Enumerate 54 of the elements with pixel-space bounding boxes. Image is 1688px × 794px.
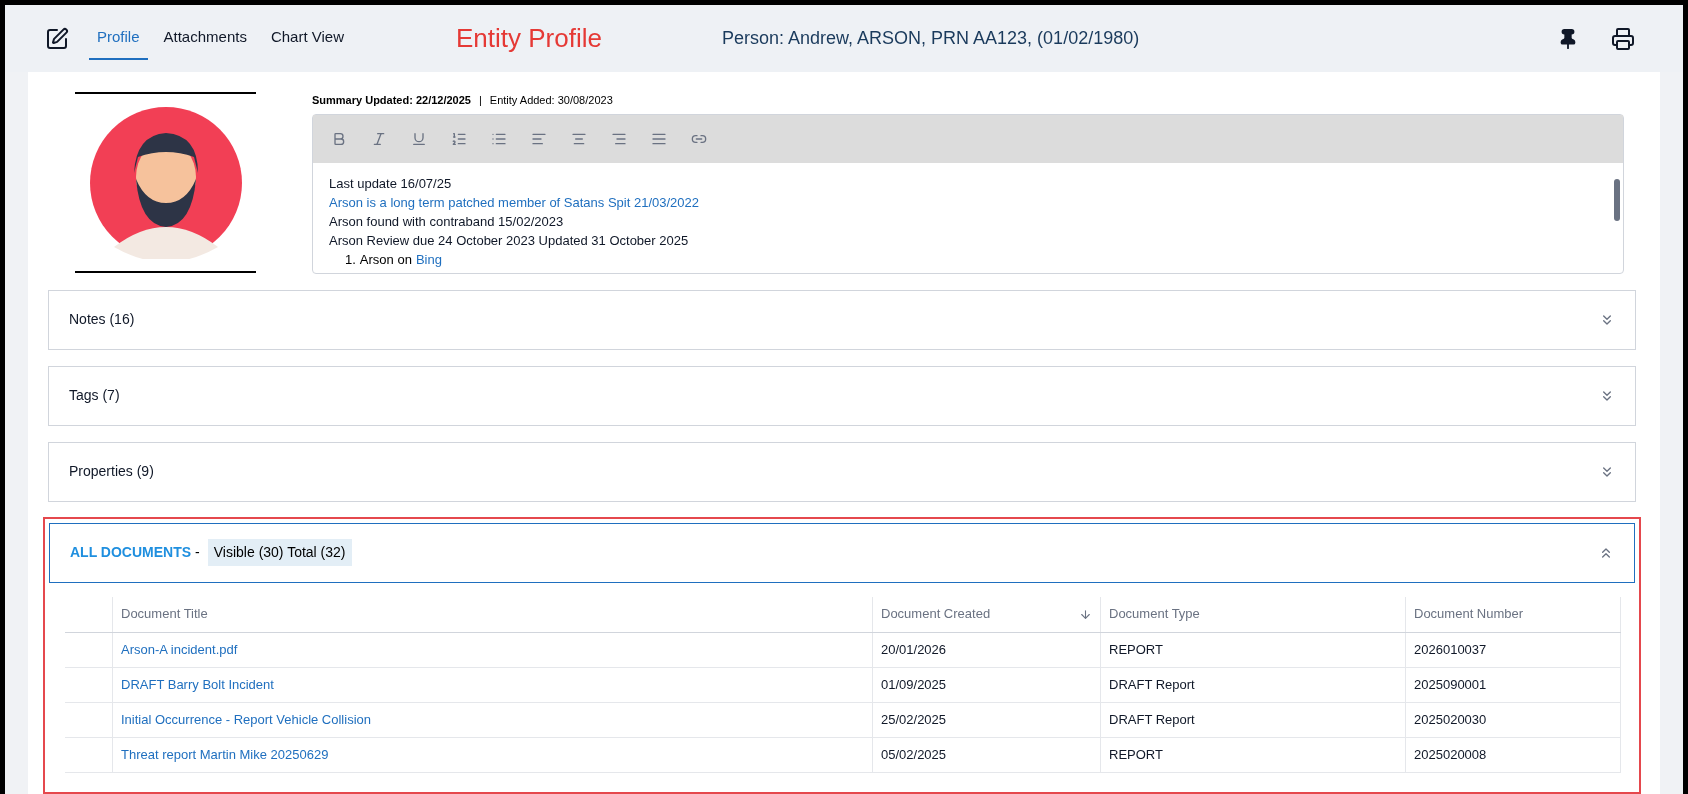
section-title: Properties (9) [69, 462, 154, 481]
document-link[interactable]: Threat report Martin Mike 20250629 [121, 744, 329, 765]
column-header[interactable]: Document Title [113, 596, 873, 632]
tab[interactable]: Profile [89, 17, 148, 60]
avatar-icon [89, 106, 242, 259]
table-cell-text: 2025090001 [1414, 675, 1487, 694]
summary-line: Last update 16/07/25 [329, 174, 453, 193]
table-cell-text: 2026010037 [1414, 640, 1487, 659]
table-cell-text: REPORT [1109, 640, 1163, 659]
dash: - [195, 543, 200, 562]
section-title: Notes (16) [69, 310, 135, 329]
separator: | [478, 93, 482, 108]
section-title: Tags (7) [69, 386, 120, 405]
sort-arrow-icon[interactable] [1079, 607, 1092, 621]
tab[interactable]: Chart View [262, 17, 352, 60]
count-badge: Visible (30) Total (32) [207, 539, 352, 566]
accordion-header[interactable]: ALL DOCUMENTS - Visible (30) Total (32) [49, 522, 1635, 583]
summary-line: Arson Review due 24 October 2023 Updated 31 October 2025 [329, 231, 690, 250]
document-link[interactable]: Initial Occurrence - Report Vehicle Collision [121, 709, 371, 730]
accordion-header[interactable]: Tags (7) [48, 365, 1636, 426]
section-title: ALL DOCUMENTS [70, 543, 192, 562]
table-cell-text: 01/09/2025 [881, 675, 947, 694]
column-header[interactable]: Document Number [1406, 596, 1621, 632]
print-icon[interactable] [1611, 26, 1635, 51]
column-header[interactable]: Document Type [1101, 596, 1406, 632]
list-number: 1. [345, 250, 356, 269]
table-cell-text: 05/02/2025 [881, 745, 947, 764]
table-cell-text: 25/02/2025 [881, 710, 947, 729]
numbered-list-icon [451, 130, 467, 147]
table-cell-text: 2025020008 [1414, 745, 1487, 764]
document-link[interactable]: Arson-A incident.pdf [121, 639, 238, 660]
column-header[interactable]: Document Created [873, 596, 1101, 632]
table-cell-text: 20/01/2026 [881, 640, 947, 659]
table-cell-text: DRAFT Report [1109, 710, 1195, 729]
italic-icon [371, 130, 387, 147]
table-cell-text: REPORT [1109, 745, 1163, 764]
annotation-title: Entity Profile [456, 22, 602, 55]
tab[interactable]: Attachments [155, 17, 255, 60]
accordion-header[interactable]: Properties (9) [48, 441, 1636, 502]
table-cell-text: DRAFT Report [1109, 675, 1195, 694]
list-text: Arson on [359, 250, 412, 269]
summary-line: Arson found with contraband 15/02/2023 [329, 212, 565, 231]
table-cell-text: 2025020030 [1414, 710, 1487, 729]
summary-link[interactable]: Bing [415, 249, 442, 269]
underline-icon [411, 130, 427, 147]
edit-icon[interactable] [45, 26, 69, 51]
rich-text-editor[interactable]: Last update 16/07/25 Arson is a long term patched member of Satans Spit 21/03/2022 Arson found with contraband 15/02/2023 Arson Review due 24 October 2023 Updated 31 October 2025 1. Arson on Bing [312, 113, 1624, 274]
person-heading: Person: Andrew, ARSON, PRN AA123, (01/02/1980) [721, 27, 1140, 50]
summary-link[interactable]: Arson is a long term patched member of Satans Spit 21/03/2022 [329, 192, 699, 212]
entity-added: Entity Added: 30/08/2023 [489, 93, 613, 108]
bold-icon [331, 130, 347, 147]
accordion-header[interactable]: Notes (16) [48, 289, 1636, 350]
document-link[interactable]: DRAFT Barry Bolt Incident [121, 674, 274, 695]
summary-updated: Summary Updated: 22/12/2025 [312, 93, 471, 108]
